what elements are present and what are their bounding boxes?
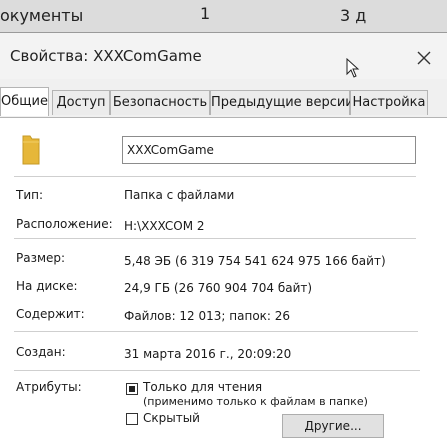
- disk-size-value: 24,9 ГБ (26 760 904 704 байт): [124, 281, 313, 295]
- hidden-label: Скрытый: [143, 411, 200, 425]
- mouse-cursor-icon: [346, 58, 360, 78]
- background-date-text: 3 д: [340, 6, 367, 25]
- tab-previous-versions[interactable]: Предыдущие версии: [210, 90, 354, 115]
- type-label: Тип:: [16, 188, 44, 202]
- hidden-checkbox[interactable]: [126, 413, 138, 425]
- general-tab-panel: Тип: Папка с файлами Расположение: H:\XX…: [0, 117, 447, 439]
- separator: [14, 331, 418, 332]
- close-icon: [417, 51, 431, 65]
- type-value: Папка с файлами: [124, 188, 235, 202]
- tab-label: Доступ: [56, 95, 106, 110]
- readonly-label: Только для чтения: [143, 380, 263, 394]
- background-number-text: 1: [200, 4, 211, 23]
- location-value: H:\XXXCOM 2: [124, 219, 205, 233]
- tab-access[interactable]: Доступ: [52, 90, 110, 115]
- readonly-checkbox[interactable]: [126, 383, 138, 395]
- created-value: 31 марта 2016 г., 20:09:20: [124, 347, 292, 361]
- tab-label: Безопасность: [112, 95, 208, 110]
- properties-dialog: Свойства: XXXComGame Общие Доступ Безопа…: [0, 32, 447, 439]
- title-bar[interactable]: Свойства: XXXComGame: [0, 33, 447, 79]
- other-attributes-button[interactable]: Другие...: [282, 414, 384, 438]
- tab-label: Предыдущие версии: [211, 95, 354, 110]
- folder-name-input[interactable]: [122, 136, 416, 164]
- separator: [14, 238, 416, 239]
- background-column-text: окументы: [0, 6, 84, 25]
- tab-general[interactable]: Общие: [0, 87, 49, 116]
- tab-security[interactable]: Безопасность: [110, 90, 210, 115]
- contains-value: Файлов: 12 013; папок: 26: [124, 309, 291, 323]
- tab-label: Настройка: [352, 95, 426, 110]
- disk-size-label: На диске:: [16, 279, 78, 293]
- contains-label: Содержит:: [16, 307, 85, 321]
- location-label: Расположение:: [16, 217, 113, 231]
- readonly-note: (применимо только к файлам в папке): [143, 395, 368, 408]
- tab-label: Общие: [1, 94, 48, 109]
- separator: [14, 370, 420, 371]
- folder-icon: [22, 135, 40, 165]
- created-label: Создан:: [16, 345, 66, 359]
- separator: [14, 176, 416, 177]
- size-label: Размер:: [16, 251, 66, 265]
- attributes-label: Атрибуты:: [16, 380, 82, 394]
- size-value: 5,48 ЭБ (6 319 754 541 624 975 166 байт): [124, 254, 386, 268]
- dialog-title: Свойства: XXXComGame: [10, 47, 202, 65]
- background-explorer-strip: окументы 1 3 д: [0, 0, 447, 32]
- close-button[interactable]: [404, 43, 444, 73]
- tab-customize[interactable]: Настройка: [350, 90, 428, 115]
